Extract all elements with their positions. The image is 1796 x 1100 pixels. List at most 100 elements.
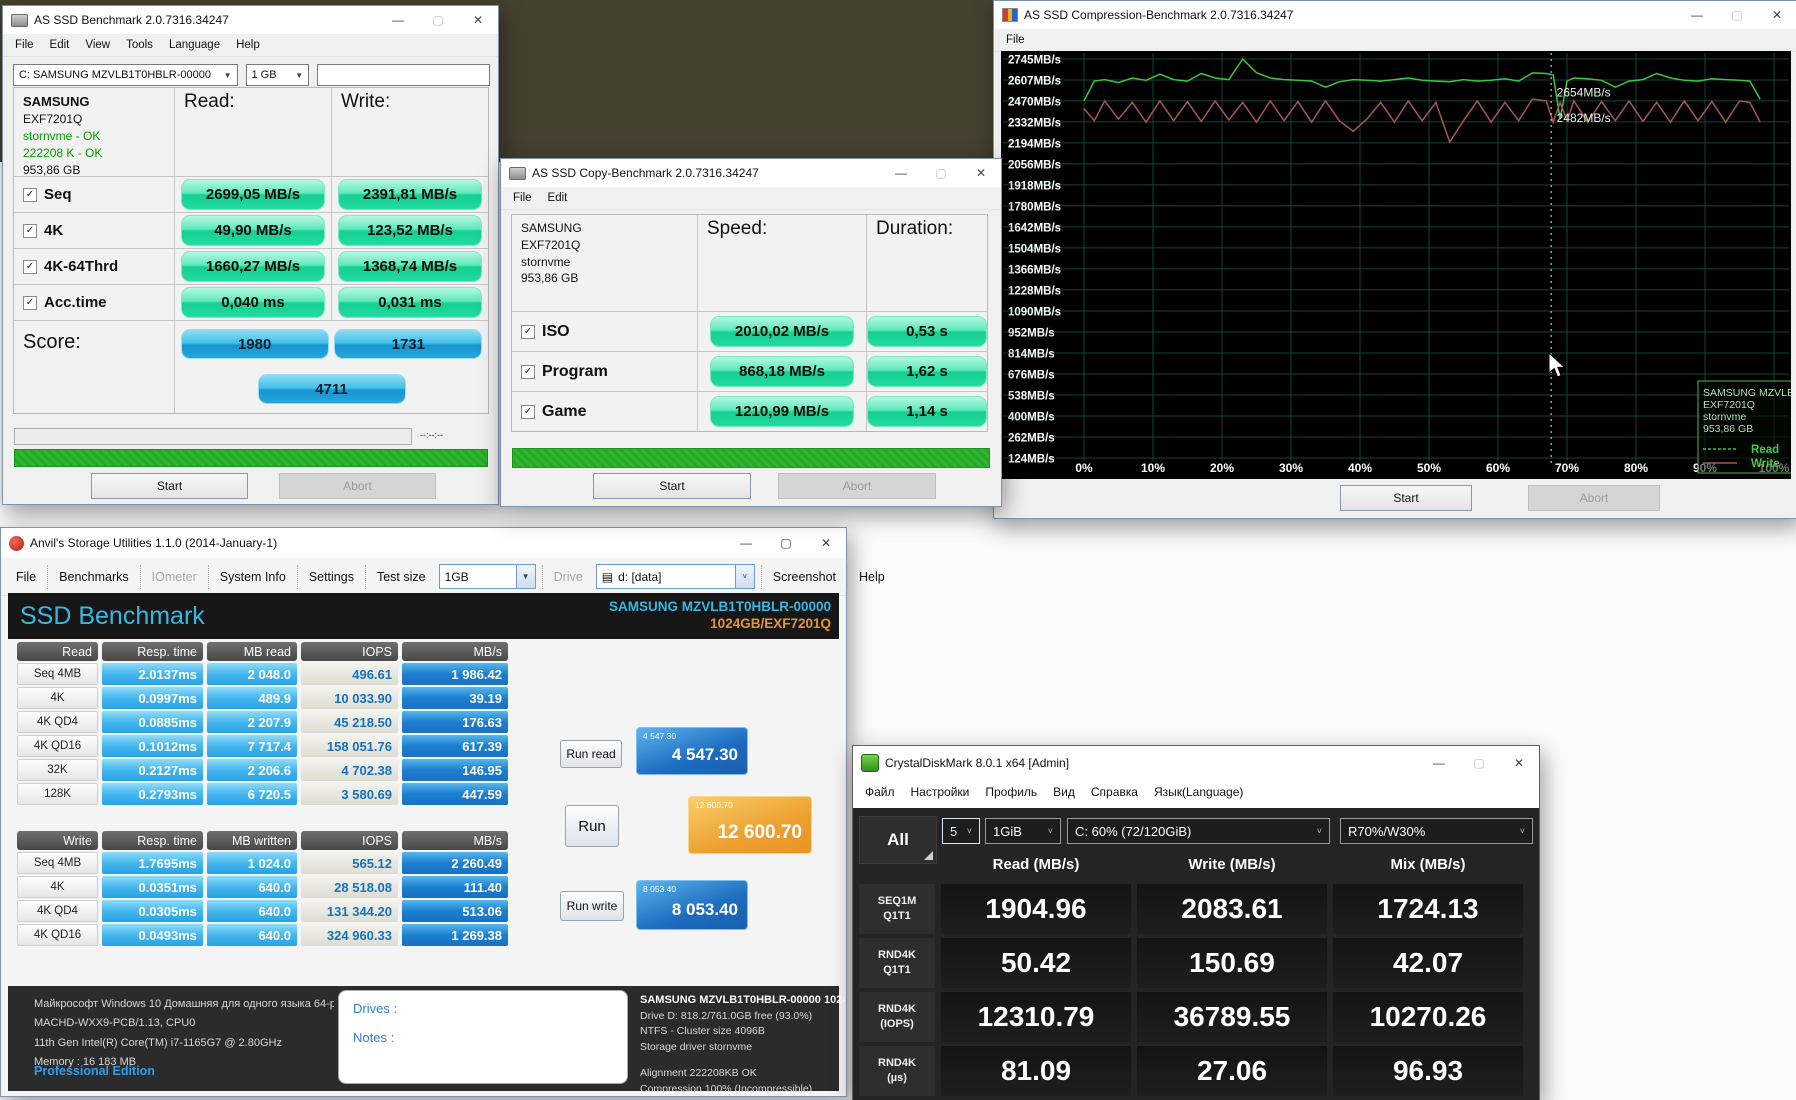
test-size-select[interactable]: 1GiB˅ xyxy=(985,818,1061,844)
titlebar[interactable]: AS SSD Compression-Benchmark 2.0.7316.34… xyxy=(994,1,1796,29)
menu-view[interactable]: View xyxy=(77,36,118,54)
chevron-down-icon: ▼ xyxy=(218,71,232,80)
checkbox-checked[interactable]: ✓ xyxy=(23,224,37,238)
drive-select[interactable]: ▤d: [data] ˅ xyxy=(596,565,755,588)
svg-text:953,86 GB: 953,86 GB xyxy=(1703,423,1753,435)
svg-text:2056MB/s: 2056MB/s xyxy=(1008,159,1061,171)
target-drive-select[interactable]: C: 60% (72/120GiB)˅ xyxy=(1067,818,1330,844)
seq1m-write: 2083.61 xyxy=(1137,884,1327,934)
menu-language[interactable]: Язык(Language) xyxy=(1146,782,1251,802)
close-icon[interactable]: ✕ xyxy=(1757,1,1796,29)
table-cell: 617.39 xyxy=(402,735,508,757)
drive-icon xyxy=(11,14,28,27)
menu-screenshot[interactable]: Screenshot xyxy=(764,565,845,589)
info-line: NTFS - Cluster size 4096B xyxy=(640,1024,845,1040)
write-score-small: 8 053.40 xyxy=(643,884,676,894)
checkbox-checked[interactable]: ✓ xyxy=(23,296,37,310)
test-count-select[interactable]: 5˅ xyxy=(942,818,980,844)
checkbox-checked[interactable]: ✓ xyxy=(521,365,535,379)
iso-duration: 0,53 s xyxy=(867,316,987,347)
menu-benchmarks[interactable]: Benchmarks xyxy=(50,565,137,589)
close-icon[interactable]: ✕ xyxy=(961,159,1001,187)
menu-profile[interactable]: Профиль xyxy=(977,782,1045,802)
menu-view[interactable]: Вид xyxy=(1045,782,1083,802)
close-icon[interactable]: ✕ xyxy=(458,6,498,34)
table-row: 4K QD40.0885ms2 207.945 218.50176.63 xyxy=(17,711,514,733)
close-icon[interactable]: ✕ xyxy=(806,528,846,558)
svg-text:60%: 60% xyxy=(1486,461,1510,475)
table-cell: 2 260.49 xyxy=(402,852,508,874)
titlebar[interactable]: Anvil's Storage Utilities 1.1.0 (2014-Ja… xyxy=(1,528,846,558)
close-icon[interactable]: ✕ xyxy=(1499,746,1539,780)
info-line: 11th Gen Intel(R) Core(TM) i7-1165G7 @ 2… xyxy=(34,1034,334,1053)
table-cell: 0.2793ms xyxy=(102,783,203,805)
start-button[interactable]: Start xyxy=(593,473,751,499)
mix-ratio-select[interactable]: R70%/W30%˅ xyxy=(1340,818,1533,844)
menu-file[interactable]: File xyxy=(505,189,540,207)
test-size-select[interactable]: 1GB▼ xyxy=(439,565,536,588)
menu-bar: File xyxy=(994,29,1796,52)
compression-chart: 2745MB/s2607MB/s2470MB/s2332MB/s2194MB/s… xyxy=(1001,51,1791,479)
checkbox-checked[interactable]: ✓ xyxy=(521,325,535,339)
menu-help[interactable]: Help xyxy=(850,565,894,589)
results-table: SAMSUNG EXF7201Q stornvme 953,86 GB Spee… xyxy=(511,214,988,432)
minimize-icon[interactable]: — xyxy=(726,528,766,558)
menu-settings[interactable]: Settings xyxy=(300,565,363,589)
menu-file[interactable]: File xyxy=(7,36,42,54)
table-row: Seq 4MB2.0137ms2 048.0496.611 986.42 xyxy=(17,663,514,685)
menu-file[interactable]: File xyxy=(998,31,1033,49)
run-write-button[interactable]: Run write xyxy=(560,891,624,921)
titlebar[interactable]: AS SSD Copy-Benchmark 2.0.7316.34247 — ▢… xyxy=(501,159,1001,187)
text-input[interactable] xyxy=(317,64,490,86)
minimize-icon[interactable]: — xyxy=(1677,1,1717,29)
abort-button: Abort xyxy=(1528,485,1660,511)
all-button[interactable]: All xyxy=(859,816,937,864)
menu-help[interactable]: Справка xyxy=(1083,782,1146,802)
row-rnd4k-latency[interactable]: RND4K(µs) xyxy=(859,1046,935,1096)
menu-file[interactable]: Файл xyxy=(857,782,903,802)
svg-text:676MB/s: 676MB/s xyxy=(1008,369,1055,381)
device-capacity: 1024GB/EXF7201Q xyxy=(609,616,831,633)
maximize-icon[interactable]: ▢ xyxy=(766,528,806,558)
checkbox-checked[interactable]: ✓ xyxy=(23,260,37,274)
notes-box[interactable]: Drives : Notes : xyxy=(338,990,628,1084)
rnd4k-iops-write: 36789.55 xyxy=(1137,992,1327,1042)
start-button[interactable]: Start xyxy=(1340,485,1472,511)
svg-text:SAMSUNG MZVLB1T0HBLR: SAMSUNG MZVLB1T0HBLR xyxy=(1703,387,1791,399)
menu-tools[interactable]: Tools xyxy=(118,36,161,54)
run-button[interactable]: Run xyxy=(565,805,619,847)
table-cell: 32K xyxy=(17,759,98,781)
table-cell: 496.61 xyxy=(301,663,398,685)
menu-system-info[interactable]: System Info xyxy=(211,565,295,589)
checkbox-checked[interactable]: ✓ xyxy=(521,405,535,419)
drive-icon: ▤ xyxy=(602,570,613,584)
minimize-icon[interactable]: — xyxy=(881,159,921,187)
size-select[interactable]: 1 GB▼ xyxy=(246,64,310,86)
menu-help[interactable]: Help xyxy=(228,36,268,54)
drive-select[interactable]: C: SAMSUNG MZVLB1T0HBLR-00000▼ xyxy=(13,64,238,86)
window-title: CrystalDiskMark 8.0.1 x64 [Admin] xyxy=(885,756,1069,770)
col-write: Write xyxy=(17,831,98,850)
checkbox-checked[interactable]: ✓ xyxy=(23,188,37,202)
game-speed: 1210,99 MB/s xyxy=(710,396,854,427)
row-seq1m-q1t1[interactable]: SEQ1MQ1T1 xyxy=(859,884,935,934)
titlebar[interactable]: AS SSD Benchmark 2.0.7316.34247 — ▢ ✕ xyxy=(3,6,498,34)
table-cell: 4K QD16 xyxy=(17,924,98,946)
titlebar[interactable]: CrystalDiskMark 8.0.1 x64 [Admin] — ▢ ✕ xyxy=(853,746,1539,780)
window-title: AS SSD Benchmark 2.0.7316.34247 xyxy=(34,13,229,27)
start-button[interactable]: Start xyxy=(91,473,248,499)
row-rnd4k-q1t1[interactable]: RND4KQ1T1 xyxy=(859,938,935,988)
table-cell: 28 518.08 xyxy=(301,876,398,898)
svg-text:2194MB/s: 2194MB/s xyxy=(1008,138,1061,150)
chevron-down-icon: ▼ xyxy=(289,71,303,80)
minimize-icon[interactable]: — xyxy=(378,6,418,34)
menu-edit[interactable]: Edit xyxy=(540,189,576,207)
menu-language[interactable]: Language xyxy=(161,36,228,54)
menu-file[interactable]: File xyxy=(7,565,45,589)
table-cell: 1.7695ms xyxy=(102,852,203,874)
row-rnd4k-iops[interactable]: RND4K(IOPS) xyxy=(859,992,935,1042)
menu-settings[interactable]: Настройки xyxy=(903,782,978,802)
menu-edit[interactable]: Edit xyxy=(42,36,78,54)
minimize-icon[interactable]: — xyxy=(1419,746,1459,780)
run-read-button[interactable]: Run read xyxy=(560,740,622,768)
